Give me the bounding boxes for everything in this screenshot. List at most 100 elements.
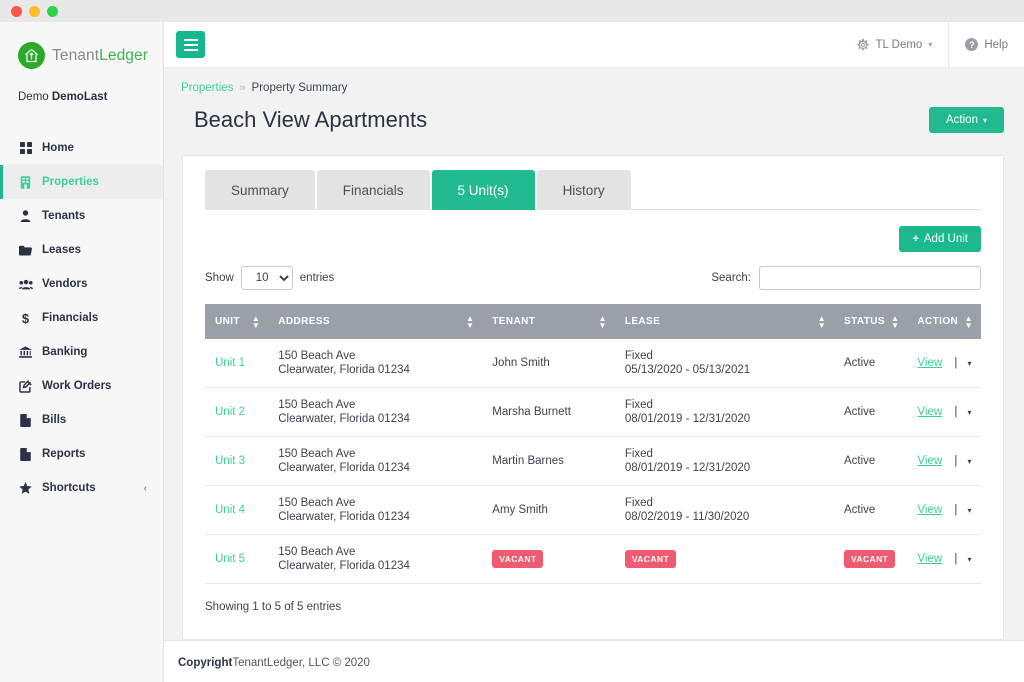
breadcrumb-properties-link[interactable]: Properties <box>181 82 233 94</box>
chevron-down-icon: ▾ <box>983 116 987 125</box>
view-link[interactable]: View <box>917 406 942 418</box>
lease-dates: 08/01/2019 - 12/31/2020 <box>625 413 826 425</box>
search-control: Search: <box>711 266 981 290</box>
footer-text: TenantLedger, LLC © 2020 <box>232 657 370 669</box>
brand-logo[interactable]: TenantLedger <box>0 22 163 69</box>
address-line1: 150 Beach Ave <box>278 497 474 509</box>
window-minimize-button[interactable] <box>29 6 40 17</box>
tab-panel-units: + Add Unit Show 10 25 50 <box>205 210 981 613</box>
tab-summary[interactable]: Summary <box>205 170 315 210</box>
tab-label: Financials <box>343 183 404 198</box>
column-label: ADDRESS <box>278 316 330 327</box>
footer-copyright-label: Copyright <box>178 657 232 669</box>
sidebar-item-tenants[interactable]: Tenants <box>0 199 163 233</box>
cell-action: View | ▾ <box>907 437 981 486</box>
tenant-name: Martin Barnes <box>492 455 564 467</box>
window-titlebar <box>0 0 1024 22</box>
cell-tenant: Amy Smith <box>482 486 615 535</box>
sidebar-item-work-orders[interactable]: Work Orders <box>0 369 163 403</box>
sort-icon[interactable]: ▲▼ <box>965 315 973 329</box>
main-area: TL Demo ▾ ? Help Properties » Property S… <box>164 22 1024 682</box>
column-header-tenant[interactable]: TENANT ▲▼ <box>482 304 615 339</box>
action-separator: | <box>954 455 957 467</box>
sidebar-item-properties[interactable]: Properties <box>0 165 163 199</box>
unit-link[interactable]: Unit 2 <box>215 406 245 418</box>
user-first-name: Demo <box>18 91 52 103</box>
tab-history[interactable]: History <box>537 170 631 210</box>
account-menu[interactable]: TL Demo ▾ <box>841 30 948 60</box>
chevron-left-icon[interactable]: ‹ <box>144 483 147 494</box>
gear-icon <box>857 39 869 51</box>
sort-icon[interactable]: ▲▼ <box>818 315 826 329</box>
edit-square-icon <box>18 380 33 393</box>
column-header-address[interactable]: ADDRESS ▲▼ <box>268 304 482 339</box>
cell-address: 150 Beach Ave Clearwater, Florida 01234 <box>268 437 482 486</box>
lease-dates: 08/02/2019 - 11/30/2020 <box>625 511 826 523</box>
row-action-dropdown-icon[interactable]: ▾ <box>968 555 972 564</box>
column-header-action[interactable]: ACTION ▲▼ <box>907 304 981 339</box>
cell-address: 150 Beach Ave Clearwater, Florida 01234 <box>268 339 482 388</box>
unit-link[interactable]: Unit 1 <box>215 357 245 369</box>
unit-link[interactable]: Unit 4 <box>215 504 245 516</box>
add-unit-button[interactable]: + Add Unit <box>899 226 981 252</box>
row-action-dropdown-icon[interactable]: ▾ <box>968 457 972 466</box>
status-text: Active <box>844 504 875 516</box>
cell-action: View | ▾ <box>907 388 981 437</box>
sidebar-item-label: Leases <box>42 244 81 256</box>
sidebar-item-bills[interactable]: Bills <box>0 403 163 437</box>
sidebar-item-financials[interactable]: $ Financials <box>0 301 163 335</box>
page-length-select[interactable]: 10 25 50 100 <box>241 266 293 290</box>
sidebar-item-banking[interactable]: Banking <box>0 335 163 369</box>
view-link[interactable]: View <box>917 357 942 369</box>
unit-link[interactable]: Unit 5 <box>215 553 245 565</box>
search-label: Search: <box>711 272 751 284</box>
unit-link[interactable]: Unit 3 <box>215 455 245 467</box>
help-menu[interactable]: ? Help <box>949 30 1024 60</box>
sort-icon[interactable]: ▲▼ <box>252 315 260 329</box>
row-action-dropdown-icon[interactable]: ▾ <box>968 408 972 417</box>
cell-status: Active <box>834 388 907 437</box>
content-area: Properties » Property Summary Beach View… <box>164 68 1024 682</box>
search-input[interactable] <box>759 266 981 290</box>
tab-financials[interactable]: Financials <box>317 170 430 210</box>
lease-dates: 08/01/2019 - 12/31/2020 <box>625 462 826 474</box>
hamburger-icon[interactable] <box>176 31 205 58</box>
sidebar-item-leases[interactable]: Leases <box>0 233 163 267</box>
table-header-row: UNIT ▲▼ ADDRESS ▲▼ TENANT <box>205 304 981 339</box>
tab-units[interactable]: 5 Unit(s) <box>432 170 535 210</box>
status-badge: VACANT <box>844 550 895 568</box>
sort-icon[interactable]: ▲▼ <box>466 315 474 329</box>
cell-lease: Fixed 08/01/2019 - 12/31/2020 <box>615 388 834 437</box>
sidebar-item-vendors[interactable]: Vendors <box>0 267 163 301</box>
sort-icon[interactable]: ▲▼ <box>599 315 607 329</box>
cell-status: VACANT <box>834 535 907 584</box>
app-window: TenantLedger Demo DemoLast Home Prop <box>0 0 1024 682</box>
window-close-button[interactable] <box>11 6 22 17</box>
page-length-control: Show 10 25 50 100 entries <box>205 266 334 290</box>
sidebar-item-reports[interactable]: Reports <box>0 437 163 471</box>
dollar-icon: $ <box>18 311 33 326</box>
window-maximize-button[interactable] <box>47 6 58 17</box>
view-link[interactable]: View <box>917 504 942 516</box>
top-bar: TL Demo ▾ ? Help <box>164 22 1024 68</box>
cell-action: View | ▾ <box>907 486 981 535</box>
sidebar-item-shortcuts[interactable]: Shortcuts ‹ <box>0 471 163 505</box>
view-link[interactable]: View <box>917 455 942 467</box>
tab-label: 5 Unit(s) <box>458 183 509 198</box>
column-header-status[interactable]: STATUS ▲▼ <box>834 304 907 339</box>
cell-unit: Unit 2 <box>205 388 268 437</box>
column-header-unit[interactable]: UNIT ▲▼ <box>205 304 268 339</box>
column-header-lease[interactable]: LEASE ▲▼ <box>615 304 834 339</box>
sidebar-item-home[interactable]: Home <box>0 131 163 165</box>
view-link[interactable]: View <box>917 553 942 565</box>
property-card: Summary Financials 5 Unit(s) History + A… <box>182 155 1004 640</box>
action-button[interactable]: Action ▾ <box>929 107 1004 133</box>
cell-tenant: Martin Barnes <box>482 437 615 486</box>
sort-icon[interactable]: ▲▼ <box>891 315 899 329</box>
cell-lease: VACANT <box>615 535 834 584</box>
sidebar-item-label: Shortcuts <box>42 482 96 494</box>
row-action-dropdown-icon[interactable]: ▾ <box>968 359 972 368</box>
row-action-dropdown-icon[interactable]: ▾ <box>968 506 972 515</box>
cell-lease: Fixed 05/13/2020 - 05/13/2021 <box>615 339 834 388</box>
user-icon <box>18 210 33 222</box>
